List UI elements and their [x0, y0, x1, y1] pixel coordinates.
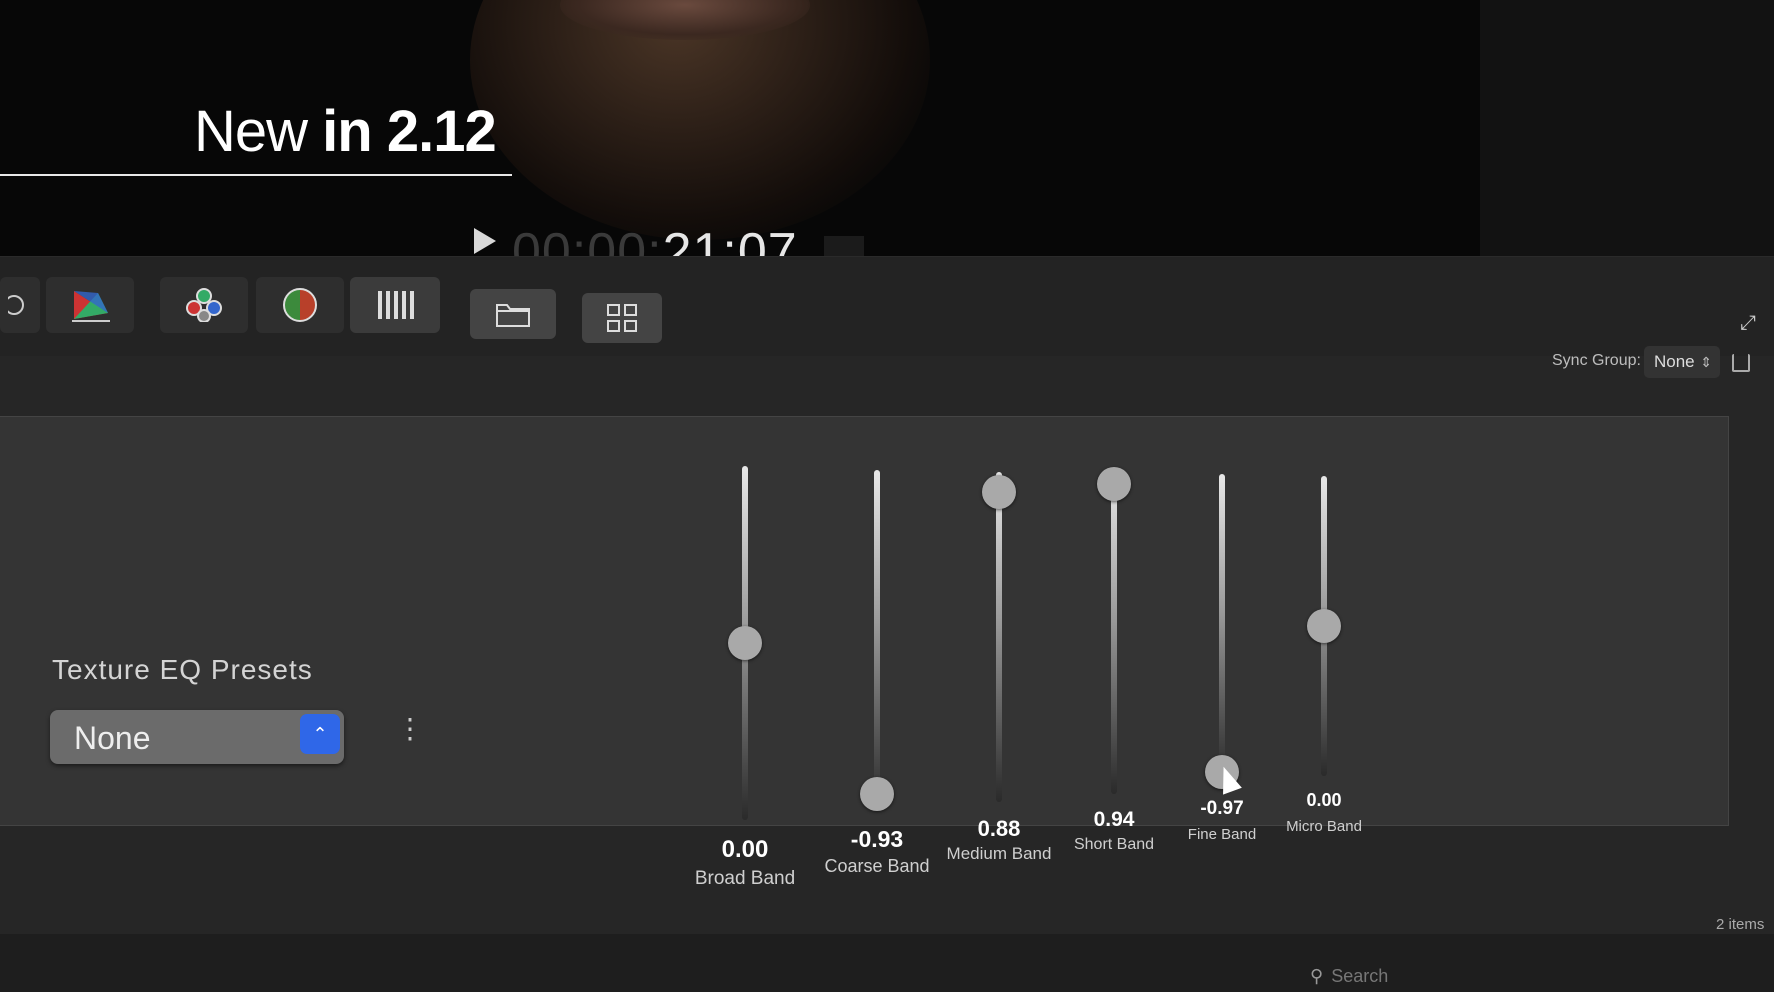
grid-icon	[607, 304, 637, 332]
color-curves-tool[interactable]	[160, 277, 248, 333]
headline-underline	[0, 174, 512, 176]
updown-chevron-icon: ⌃	[300, 714, 340, 754]
bottom-bar	[0, 934, 1774, 992]
sync-group-popup[interactable]: None ⇕	[1644, 346, 1720, 378]
slider-track[interactable]	[1219, 474, 1225, 778]
texture-eq-panel	[0, 416, 1729, 826]
folder-icon	[496, 304, 530, 327]
color-curves-icon	[186, 288, 222, 322]
waveform-tool[interactable]	[350, 277, 440, 333]
headline-in: in	[322, 99, 373, 164]
slider-knob[interactable]	[1097, 466, 1131, 501]
folder-button[interactable]	[470, 289, 556, 339]
updown-arrows-icon: ⇕	[1700, 354, 1712, 370]
grid-button[interactable]	[582, 293, 662, 343]
slider-knob[interactable]	[1307, 609, 1341, 643]
color-board-icon	[72, 291, 110, 322]
color-wheel-icon	[8, 295, 24, 315]
search-field[interactable]: ⚲ Search	[1310, 966, 1388, 987]
save-preset-icon[interactable]	[1732, 354, 1750, 372]
sync-group-value: None	[1654, 352, 1695, 371]
headline-new: New	[194, 99, 308, 164]
color-board-tool[interactable]	[46, 277, 134, 333]
slider-track[interactable]	[996, 472, 1002, 802]
search-icon: ⚲	[1310, 966, 1324, 986]
hue-saturation-icon	[283, 288, 317, 322]
waveform-icon	[378, 291, 414, 319]
more-options-icon[interactable]: ⋮	[396, 712, 424, 745]
inspector-toolbar	[0, 256, 1774, 357]
slider-value: 0.00	[1306, 790, 1342, 810]
preset-value: None	[74, 720, 151, 756]
hue-saturation-tool[interactable]	[256, 277, 344, 333]
expand-icon[interactable]: ⤢	[1740, 312, 1756, 335]
slider-knob[interactable]	[982, 474, 1016, 509]
presets-title: Texture EQ Presets	[52, 654, 313, 685]
slider-track[interactable]	[1111, 474, 1117, 794]
search-placeholder: Search	[1331, 966, 1389, 986]
headline-version: 2.12	[386, 99, 497, 164]
slider-knob[interactable]	[728, 626, 762, 660]
item-count: 2 items	[1716, 916, 1765, 933]
video-viewer: New in 2.12 00:00:21:07	[0, 0, 1774, 280]
color-wheel-tool[interactable]	[0, 277, 40, 333]
slider-value: 0.00	[721, 836, 769, 863]
headline-overlay: New in 2.12	[194, 98, 497, 165]
play-icon[interactable]	[474, 228, 496, 254]
sync-group-label: Sync Group:	[1552, 352, 1641, 369]
slider-track[interactable]	[874, 470, 880, 808]
slider-label: Micro Band	[1286, 818, 1362, 835]
viewer-side-area	[1480, 0, 1774, 280]
preset-popup[interactable]: None ⌃	[50, 710, 344, 764]
